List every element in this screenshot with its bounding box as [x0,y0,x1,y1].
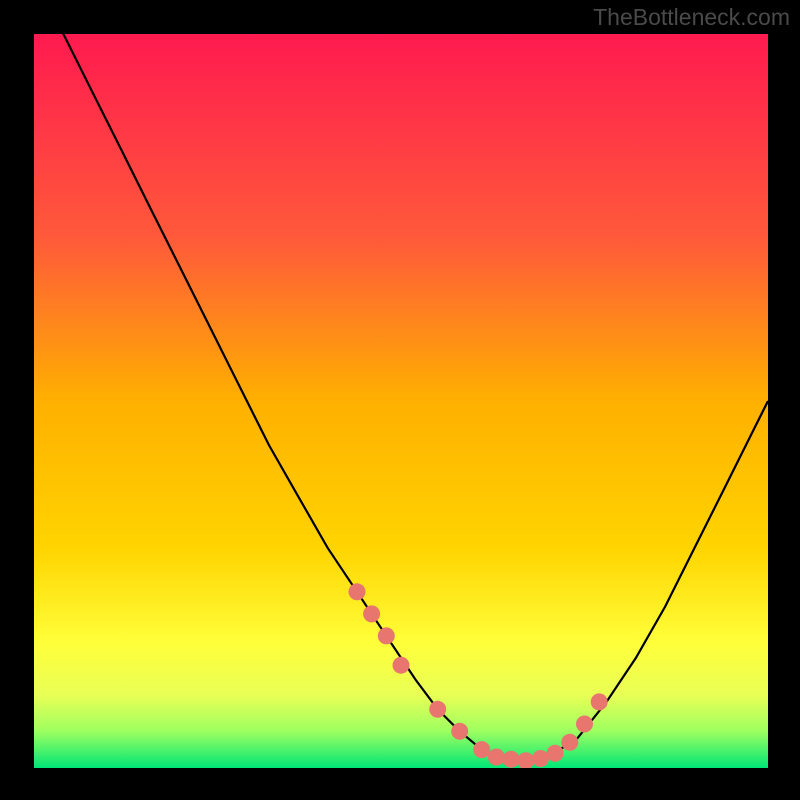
chart-frame: TheBottleneck.com [0,0,800,800]
highlight-dot [393,657,410,674]
highlight-dot [561,734,578,751]
highlight-dot [576,716,593,733]
highlight-dot [591,693,608,710]
highlight-dot [349,583,366,600]
highlight-dot [451,723,468,740]
highlight-dot [532,750,549,767]
highlight-dot [503,751,520,768]
bottleneck-chart [34,34,768,768]
highlight-dot [363,605,380,622]
highlight-dot [429,701,446,718]
highlight-dot [547,745,564,762]
watermark-text: TheBottleneck.com [593,4,790,31]
plot-area [34,34,768,768]
highlight-dot [473,741,490,758]
highlight-dot [378,627,395,644]
highlight-dot [488,749,505,766]
